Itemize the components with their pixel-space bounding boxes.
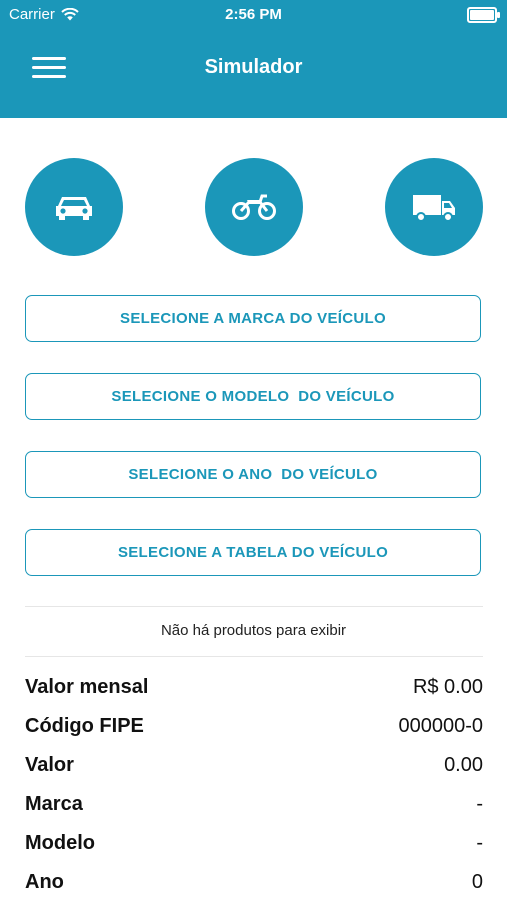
detail-label: Ano (25, 871, 64, 893)
page-title: Simulador (204, 56, 303, 78)
motorcycle-icon (232, 194, 276, 220)
detail-row-fipe-code: Código FIPE 000000-0 (25, 715, 483, 745)
detail-value: 0 (471, 871, 483, 893)
truck-type-button[interactable] (385, 158, 483, 256)
car-type-button[interactable] (25, 158, 123, 256)
detail-label: Modelo (25, 832, 95, 854)
detail-value: - (476, 793, 483, 815)
detail-row-value: Valor 0.00 (25, 754, 483, 784)
detail-label: Valor (25, 754, 74, 776)
motorcycle-type-button[interactable] (205, 158, 303, 256)
detail-row-year: Ano 0 (25, 871, 483, 901)
divider (25, 656, 483, 657)
select-brand-button[interactable]: SELECIONE A MARCA DO VEÍCULO (25, 295, 481, 342)
detail-row-model: Modelo - (25, 832, 483, 862)
clock: 2:56 PM (225, 6, 282, 23)
detail-value: 000000-0 (398, 715, 483, 737)
detail-label: Código FIPE (25, 715, 144, 737)
detail-row-brand: Marca - (25, 793, 483, 823)
select-model-button[interactable]: SELECIONE O MODELO DO VEÍCULO (25, 373, 481, 420)
select-year-button[interactable]: SELECIONE O ANO DO VEÍCULO (25, 451, 481, 498)
detail-row-monthly-value: Valor mensal R$ 0.00 (25, 676, 483, 706)
detail-value: 0.00 (444, 754, 483, 776)
detail-value: - (476, 832, 483, 854)
car-icon (56, 197, 92, 220)
battery-icon (467, 7, 500, 23)
status-bar: Carrier 2:56 PM (0, 0, 507, 30)
empty-products-message: Não há produtos para exibir (160, 622, 347, 639)
detail-label: Valor mensal (25, 676, 149, 698)
divider (25, 606, 483, 607)
detail-label: Marca (25, 793, 83, 815)
select-table-button[interactable]: SELECIONE A TABELA DO VEÍCULO (25, 529, 481, 576)
detail-value: R$ 0.00 (412, 676, 483, 698)
app-header: Carrier 2:56 PM Simulador (0, 0, 507, 118)
truck-icon (413, 195, 455, 222)
